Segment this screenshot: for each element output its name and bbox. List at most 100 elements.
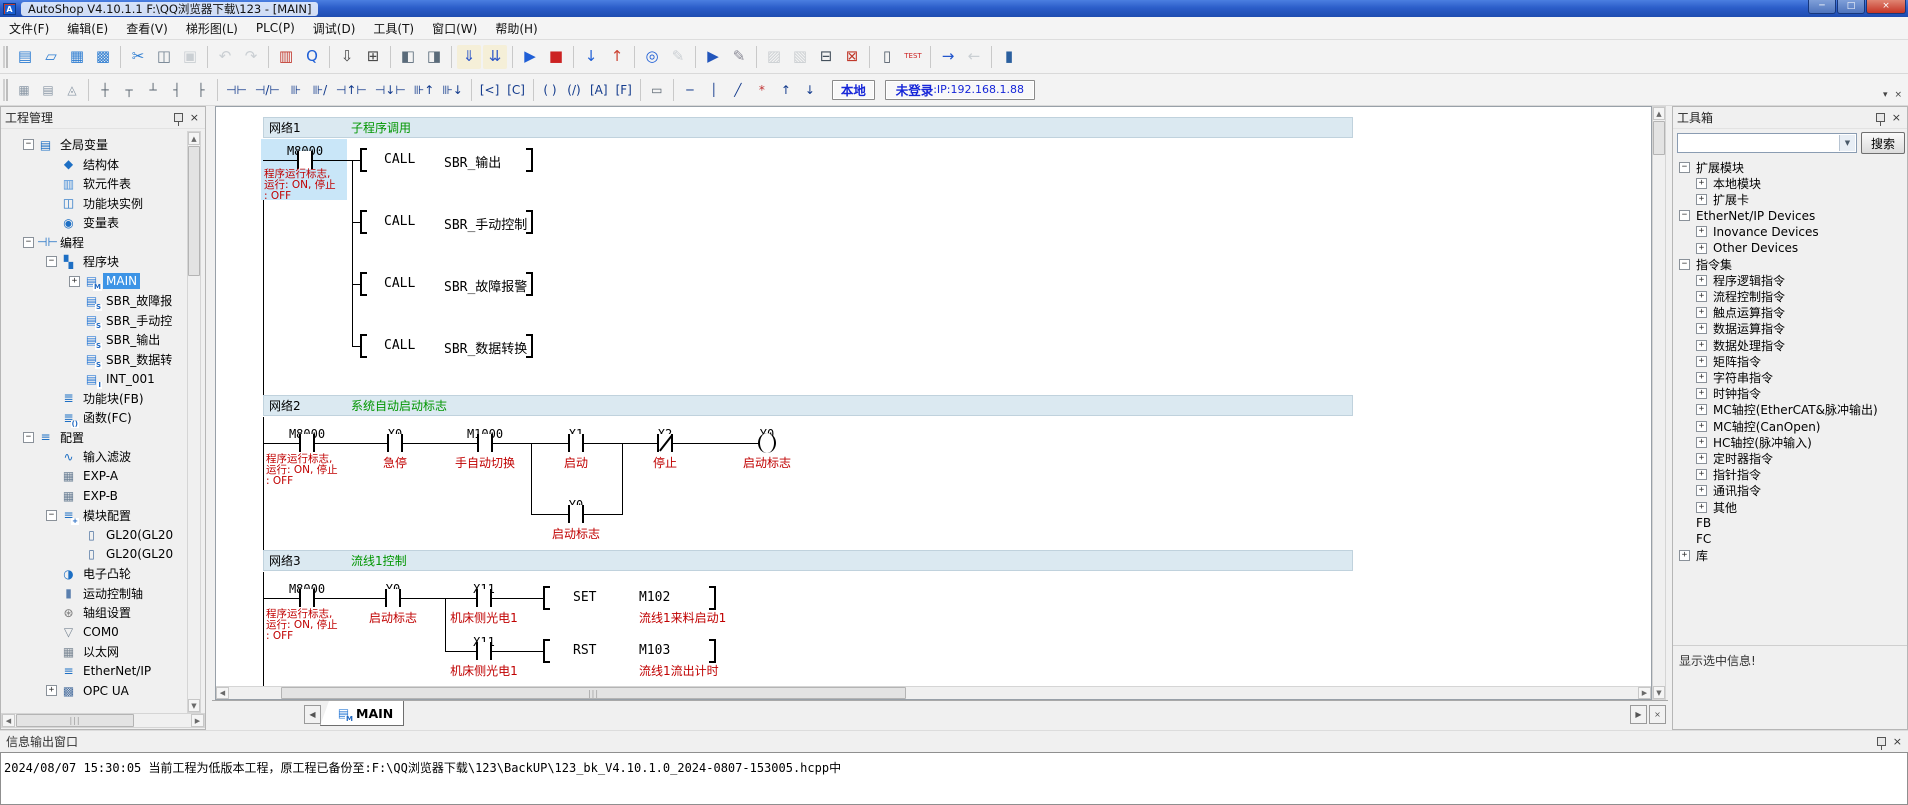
scrollbar-thumb[interactable]: ||| — [16, 714, 134, 727]
tree-item-label[interactable]: 功能块(FB) — [80, 389, 147, 408]
collapse-icon[interactable]: − — [23, 432, 34, 443]
tree-item[interactable]: +▦以太网 — [1, 642, 185, 662]
expand-icon[interactable]: + — [69, 276, 80, 287]
collapse-icon[interactable]: − — [1679, 162, 1690, 173]
tree-item-label[interactable]: MC轴控(EtherCAT&脉冲输出) — [1710, 402, 1881, 418]
tree-item-label[interactable]: GL20(GL20 — [103, 546, 176, 562]
dock-menu-icon[interactable]: ▾ — [1883, 90, 1888, 100]
instruction-op[interactable]: CALL — [384, 152, 415, 167]
save-all-button[interactable]: ▩ — [91, 45, 115, 69]
tree-item-label[interactable]: MAIN — [103, 273, 140, 289]
tree-item[interactable]: +≣功能块(FB) — [1, 389, 185, 409]
expand-icon[interactable]: + — [1696, 469, 1707, 480]
tree-item-label[interactable]: Inovance Devices — [1710, 224, 1822, 240]
network-1-header[interactable]: 网络1 子程序调用 — [263, 117, 1353, 138]
tree-item[interactable]: +▯GL20(GL20 — [1, 525, 185, 545]
download-plc-button[interactable]: ↓ — [579, 45, 603, 69]
window-cascade-button[interactable]: ◧ — [396, 45, 420, 69]
instruction-op[interactable]: SET — [573, 590, 596, 605]
copy-button[interactable]: ◫ — [152, 45, 176, 69]
tree-item[interactable]: −▤全局变量 — [1, 135, 185, 155]
tree-item-label[interactable]: 编程 — [57, 233, 87, 252]
tree-item-label[interactable]: EXP-A — [80, 468, 121, 484]
tree-item-label[interactable]: 数据运算指令 — [1710, 321, 1788, 337]
expand-icon[interactable]: + — [1696, 388, 1707, 399]
pin-icon[interactable] — [174, 113, 183, 122]
append-row-button[interactable]: ┴ — [142, 79, 164, 101]
expand-icon[interactable]: + — [1696, 226, 1707, 237]
menu-item[interactable]: 查看(V) — [117, 17, 177, 40]
tree-item[interactable]: +程序逻辑指令 — [1673, 272, 1907, 288]
tree-item[interactable]: +HC轴控(脉冲输入) — [1673, 434, 1907, 450]
tree-item-label[interactable]: 时钟指令 — [1710, 386, 1764, 402]
call-block[interactable] — [360, 334, 367, 358]
instruction-op[interactable]: CALL — [384, 338, 415, 353]
collapse-icon[interactable]: − — [1679, 210, 1690, 221]
tree-item[interactable]: +MC轴控(EtherCAT&脉冲输出) — [1673, 402, 1907, 418]
expand-icon[interactable]: + — [1696, 275, 1707, 286]
cut-button[interactable]: ✂ — [126, 45, 150, 69]
tree-item-label[interactable]: GL20(GL20 — [103, 527, 176, 543]
insert-row-button[interactable]: ┬ — [118, 79, 140, 101]
delete-line-button[interactable]: * — [751, 79, 773, 101]
delete-row-button[interactable]: ├ — [190, 79, 212, 101]
tree-item-label[interactable]: 定时器指令 — [1710, 450, 1776, 466]
tree-item-label[interactable]: 字符串指令 — [1710, 369, 1776, 385]
reset-coil-button[interactable]: [F] — [613, 79, 635, 101]
download-project-button[interactable]: ⇓ — [457, 45, 481, 69]
tree-item-label[interactable]: 流程控制指令 — [1710, 289, 1788, 305]
tree-item-label[interactable]: COM0 — [80, 624, 122, 640]
line-up-button[interactable]: ↑ — [775, 79, 797, 101]
collapse-icon[interactable]: − — [46, 510, 57, 521]
expand-icon[interactable]: + — [1696, 291, 1707, 302]
search-button[interactable]: 搜索 — [1861, 132, 1905, 154]
tree-item-label[interactable]: FB — [1693, 515, 1714, 531]
scroll-right-icon[interactable]: ▶ — [1638, 687, 1651, 699]
parallel-falling-contact-button[interactable]: ⊪↓ — [439, 79, 466, 101]
close-icon[interactable]: × — [190, 113, 199, 122]
tree-item-label[interactable]: 配置 — [57, 428, 87, 447]
vertical-line-button[interactable]: │ — [703, 79, 725, 101]
scroll-left-icon[interactable]: ◀ — [216, 687, 229, 699]
tree-item[interactable]: +▮运动控制轴 — [1, 584, 185, 604]
tree-item[interactable]: +▽COM0 — [1, 623, 185, 643]
tree-item[interactable]: +▦EXP-A — [1, 467, 185, 487]
oscilloscope-button[interactable]: ▨ — [762, 45, 786, 69]
tree-item[interactable]: −扩展模块 — [1673, 159, 1907, 175]
undo-button[interactable]: ↶ — [213, 45, 237, 69]
tree-item[interactable]: −≡+模块配置 — [1, 506, 185, 526]
tree-item[interactable]: +通讯指令 — [1673, 483, 1907, 499]
tree-item[interactable]: +定时器指令 — [1673, 450, 1907, 466]
contact-x11[interactable] — [476, 642, 492, 660]
ladder-viewport[interactable]: 网络1 子程序调用 M8000 程序运行标志, 运行: ON, 停止 : OFF… — [215, 106, 1652, 700]
tree-item-label[interactable]: 指令集 — [1693, 256, 1735, 272]
scroll-up-icon[interactable]: ▲ — [1653, 107, 1665, 120]
new-project-button[interactable]: ▤ — [13, 45, 37, 69]
tree-item-label[interactable]: 输入滤波 — [80, 447, 134, 466]
save-button[interactable]: ▦ — [65, 45, 89, 69]
menu-item[interactable]: 窗口(W) — [423, 17, 486, 40]
tree-item[interactable]: +字符串指令 — [1673, 369, 1907, 385]
scroll-up-icon[interactable]: ▲ — [188, 132, 200, 145]
falling-contact-button[interactable]: ⊣↓⊢ — [372, 79, 409, 101]
monitor-button[interactable]: ◎ — [640, 45, 664, 69]
contact-x2-nc[interactable] — [657, 434, 673, 452]
instruction-op[interactable]: RST — [573, 643, 596, 658]
tree-item-label[interactable]: OPC UA — [80, 683, 132, 699]
tree-item[interactable]: −≡配置 — [1, 428, 185, 448]
collapse-icon[interactable]: − — [23, 237, 34, 248]
parallel-nc-contact-button[interactable]: ⊪/ — [309, 79, 331, 101]
contact-x1[interactable] — [568, 434, 584, 452]
tree-item[interactable]: −⊣⊢编程 — [1, 233, 185, 253]
expand-icon[interactable]: + — [1696, 437, 1707, 448]
tree-item[interactable]: −▚程序块 — [1, 252, 185, 272]
tree-item-label[interactable]: MC轴控(CanOpen) — [1710, 418, 1824, 434]
redo-button[interactable]: ↷ — [239, 45, 263, 69]
upload-plc-button[interactable]: ↑ — [605, 45, 629, 69]
expand-icon[interactable]: + — [46, 685, 57, 696]
maximize-button[interactable]: □ — [1837, 0, 1865, 14]
close-icon[interactable]: × — [1892, 113, 1901, 122]
tree-item-label[interactable]: 本地模块 — [1710, 175, 1764, 191]
tree-item[interactable]: +本地模块 — [1673, 175, 1907, 191]
tree-item[interactable]: +流程控制指令 — [1673, 289, 1907, 305]
